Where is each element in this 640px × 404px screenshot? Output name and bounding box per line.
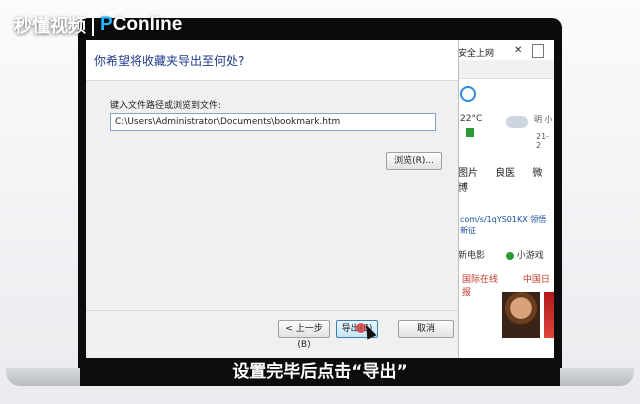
portal-nav: 图片 良医 微博 [458,164,554,194]
tab-close-icon[interactable]: ✕ [514,45,522,56]
back-button[interactable]: < 上一步(B) [278,320,330,350]
cancel-button[interactable]: 取消 [398,320,454,338]
brand-left-text: 秒懂视频 [14,16,86,37]
footer-divider [86,310,458,311]
weather-badge-icon [466,128,474,137]
url-fragment: com/s/1qYS01KX [460,215,528,224]
nav-item-images[interactable]: 图片 [458,168,478,179]
file-path-input[interactable] [110,113,436,131]
browser-tab-label[interactable]: 安全上网 [458,46,494,59]
dialog-title: 你希望将收藏夹导出至何处? [94,54,245,68]
ad-banner[interactable] [544,292,554,338]
dialog-header: 你希望将收藏夹导出至何处? [86,40,458,81]
brand-separator [92,14,94,36]
cloud-icon [506,116,528,128]
temperature-range: 21-2 [536,132,550,150]
path-label: 键入文件路径或浏览到文件: [110,101,222,111]
short-url-link[interactable]: com/s/1qYS01KX 领悟新征 [460,214,554,236]
browse-button[interactable]: 浏览(R)... [386,152,442,170]
link-new-movies[interactable]: 新电影 [458,251,485,261]
browser-logo-icon [460,86,476,102]
nav-item-doctor[interactable]: 良医 [495,168,515,179]
portrait-image[interactable] [502,292,540,338]
brand-logo: PConline [100,14,182,36]
subtitle-caption: 设置完毕后点击“导出” [232,362,408,382]
game-icon [505,251,514,260]
screen: 安全上网 ✕ 22°C 明 小 21-2 图片 良医 微博 com/s/1qYS… [86,40,554,358]
link-cri[interactable]: 国际在线 [462,275,498,285]
brand-right-text: Conline [112,14,183,35]
new-tab-icon[interactable] [532,44,544,58]
brand-p-letter: P [100,14,113,35]
link-mini-games[interactable]: 小游戏 [517,251,544,261]
weather-temperature: 22°C [460,114,483,124]
export-favorites-dialog: 你希望将收藏夹导出至何处? 键入文件路径或浏览到文件: 浏览(R)... < 上… [86,40,459,358]
address-bar[interactable] [458,60,554,79]
brand-watermark: 秒懂视频 PConline [14,12,182,38]
weather-day: 明 小 [534,115,553,124]
background-browser: 安全上网 ✕ 22°C 明 小 21-2 图片 良医 微博 com/s/1qYS… [458,40,554,358]
category-row: 新电影 小游戏 [458,248,544,261]
